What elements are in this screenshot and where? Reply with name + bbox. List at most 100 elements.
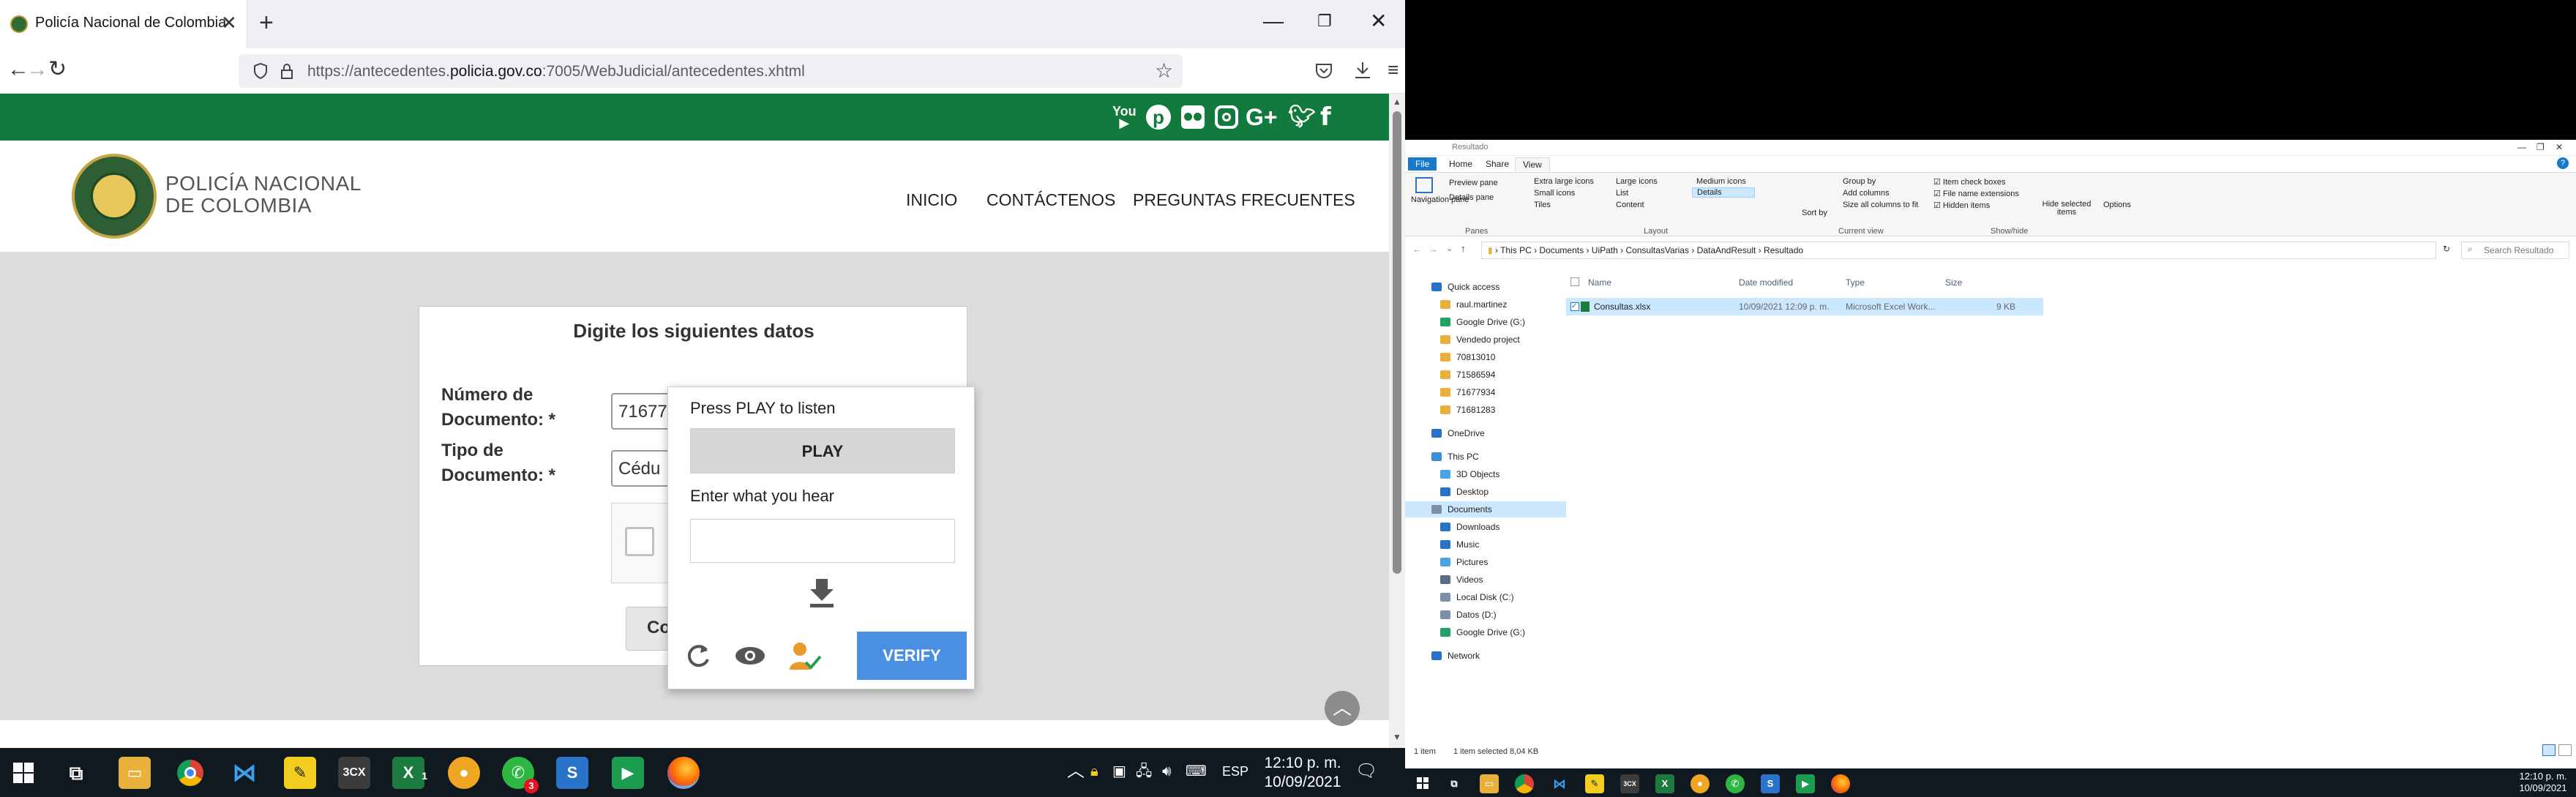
file-name[interactable]: Consultas.xlsx [1594,302,1650,312]
browser-tab[interactable]: Policía Nacional de Colombia ✕ [0,0,247,48]
column-date-modified[interactable]: Date modified [1739,277,1793,288]
facebook-icon[interactable]: f [1320,102,1331,132]
instagram-icon[interactable] [1215,105,1238,129]
nav-item-this-pc[interactable]: This PC [1431,449,1566,465]
tab-view[interactable]: View [1515,157,1550,171]
breadcrumb-resultado[interactable]: Resultado [1764,245,1803,255]
nav-item-google-drive-g-quick[interactable]: Google Drive (G:) [1440,314,1575,330]
breadcrumb-uipath[interactable]: UiPath [1592,245,1618,255]
select-all-checkbox[interactable] [1570,277,1579,286]
download-audio-icon[interactable] [807,577,836,610]
windows-start-icon[interactable] [13,763,34,783]
bookmark-star-icon[interactable]: ☆ [1155,59,1173,83]
nav-item-70813010[interactable]: 70813010 [1440,349,1575,365]
youtube-icon[interactable]: You ▶ [1112,105,1137,130]
details-pane-button[interactable]: Details pane [1449,193,1494,202]
small-icons-option[interactable]: Small icons [1534,189,1575,198]
address-bar[interactable]: ▮ › This PC › Documents › UiPath › Consu… [1481,242,2436,259]
explorer-minimize-icon[interactable]: — [2517,142,2526,152]
taskbar-clock[interactable]: 12:10 p. m. 10/09/2021 [1259,754,1347,792]
police-logo-icon[interactable] [72,154,157,239]
chrome-icon[interactable] [1515,774,1534,793]
download-icon[interactable] [1352,60,1373,81]
menu-preguntas-frecuentes[interactable]: PREGUNTAS FRECUENTES [1133,190,1355,210]
play-button[interactable]: PLAY [690,428,955,474]
minimize-icon[interactable]: — [1263,10,1284,32]
column-name[interactable]: Name [1588,277,1611,288]
medium-icons-option[interactable]: Medium icons [1696,177,1746,186]
sticky-notes-icon[interactable]: ✎ [284,757,316,789]
site-brand[interactable]: POLICÍA NACIONAL DE COLOMBIA [165,173,362,217]
task-view-icon[interactable]: ⧉ [60,757,92,789]
vscode-icon[interactable]: ⋈ [1550,774,1569,793]
column-size[interactable]: Size [1945,277,1962,288]
task-view-icon[interactable]: ⧉ [1445,774,1464,793]
extra-large-icons-option[interactable]: Extra large icons [1534,177,1594,186]
address-refresh-icon[interactable]: ↻ [2443,244,2450,254]
user-verified-icon[interactable] [788,640,822,671]
explorer-close-icon[interactable]: ✕ [2556,142,2563,152]
nav-item-network[interactable]: Network [1431,648,1566,664]
nav-item-downloads[interactable]: Downloads [1440,519,1575,535]
google-plus-icon[interactable]: G+ [1246,102,1278,132]
pocket-icon[interactable] [1314,61,1333,81]
close-window-icon[interactable]: ✕ [1370,10,1387,32]
file-checkbox[interactable]: ✓ [1570,302,1579,311]
vscode-icon[interactable]: ⋈ [228,757,261,789]
twitter-icon[interactable]: 🐦︎ [1288,102,1316,132]
firefox-icon[interactable] [1831,774,1850,793]
explorer-maximize-icon[interactable]: ❐ [2536,142,2545,152]
media-player-icon[interactable]: ▶ [1796,774,1815,793]
uipath-studio-icon[interactable]: S [1761,774,1780,793]
file-row[interactable]: ✓ Consultas.xlsx 10/09/2021 12:09 p. m. … [1566,298,2043,315]
captcha-answer-input[interactable] [690,519,955,563]
orange-app-icon[interactable]: ● [448,757,480,789]
explorer-search-input[interactable]: Search Resultado [2461,242,2569,259]
nav-item-documents[interactable]: Documents [1405,501,1566,517]
hide-selected-button[interactable]: Hide selected items [2039,201,2094,217]
item-checkboxes-toggle[interactable]: ☑ Item check boxes [1933,177,2006,187]
tab-file[interactable]: File [1408,157,1437,171]
recaptcha-checkbox[interactable] [625,527,654,556]
preview-pane-button[interactable]: Preview pane [1449,179,1498,187]
file-explorer-icon[interactable]: ▭ [119,757,151,789]
tray-app-icon[interactable]: ▣ [1112,760,1126,783]
windows-start-icon[interactable] [1417,777,1429,789]
tab-home[interactable]: Home [1442,157,1480,171]
firefox-icon[interactable] [667,757,700,789]
nav-item-raul-martinez[interactable]: raul.martinez [1440,296,1575,313]
excel-icon[interactable]: X1 [392,757,427,789]
notifications-icon[interactable]: 🗨︎ [1355,760,1377,783]
recent-locations-icon[interactable]: ⌄ [1446,244,1453,253]
breadcrumb-dataandresult[interactable]: DataAndResult [1697,245,1756,255]
verify-button[interactable]: VERIFY [857,632,967,680]
network-icon[interactable]: 🖧︎ [1136,760,1152,783]
nav-item-desktop[interactable]: Desktop [1440,484,1575,500]
reload-challenge-icon[interactable] [684,642,712,670]
language-indicator[interactable]: ESP [1222,760,1248,783]
3cx-icon[interactable]: 3CX [1620,774,1639,793]
nav-item-pictures[interactable]: Pictures [1440,554,1575,570]
options-button[interactable]: Options [2103,201,2131,209]
nav-item-3d-objects[interactable]: 3D Objects [1440,466,1575,482]
large-icons-option[interactable]: Large icons [1616,177,1658,186]
list-option[interactable]: List [1616,189,1628,198]
add-columns-button[interactable]: Add columns [1843,189,1890,198]
visual-challenge-eye-icon[interactable] [734,645,766,667]
group-by-button[interactable]: Group by [1843,177,1876,186]
restore-icon[interactable]: ❐ [1317,10,1332,32]
column-type[interactable]: Type [1846,277,1865,288]
menu-hamburger-icon[interactable]: ≡ [1388,59,1399,81]
excel-icon[interactable]: X [1655,774,1674,793]
chrome-icon[interactable] [174,757,206,789]
hidden-items-toggle[interactable]: ☑ Hidden items [1933,201,1990,210]
nav-item-71586594[interactable]: 71586594 [1440,367,1575,383]
nav-item-71677934[interactable]: 71677934 [1440,384,1575,400]
nav-item-local-disk-c[interactable]: Local Disk (C:) [1440,589,1575,605]
menu-inicio[interactable]: INICIO [906,190,957,210]
3cx-icon[interactable]: 3CX [338,757,370,789]
scrollbar-thumb[interactable] [1393,111,1401,574]
pinterest-icon[interactable]: p [1146,105,1171,130]
breadcrumb-this-pc[interactable]: This PC [1500,245,1532,255]
forward-icon[interactable]: → [26,59,48,81]
